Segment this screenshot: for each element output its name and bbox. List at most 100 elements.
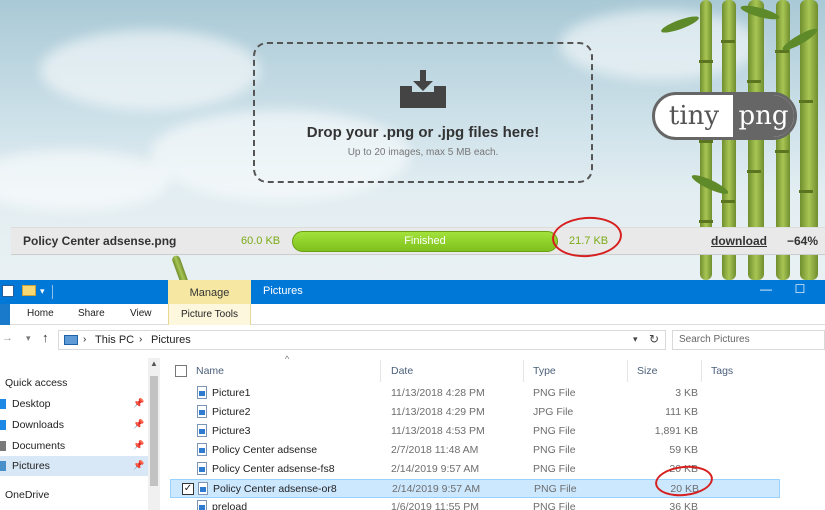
result-status: Finished bbox=[404, 235, 446, 247]
file-size: 1,891 KB bbox=[654, 425, 698, 437]
nav-onedrive[interactable]: OneDrive bbox=[0, 485, 148, 505]
window-title: Pictures bbox=[263, 285, 303, 297]
file-dropzone[interactable]: Drop your .png or .jpg files here! Up to… bbox=[253, 42, 593, 183]
download-link[interactable]: download bbox=[711, 234, 767, 248]
file-date: 2/7/2018 11:48 AM bbox=[391, 444, 479, 456]
column-tags[interactable]: Tags bbox=[711, 365, 733, 377]
select-all-checkbox[interactable] bbox=[175, 365, 187, 377]
column-divider[interactable] bbox=[380, 360, 381, 382]
file-date: 2/14/2019 9:57 AM bbox=[392, 483, 481, 495]
pin-icon[interactable]: 📌 bbox=[133, 440, 144, 451]
breadcrumb-this-pc[interactable]: This PC bbox=[95, 334, 134, 346]
address-bar[interactable]: › This PC › Pictures ▾ ↻ bbox=[58, 330, 666, 350]
file-size: 59 KB bbox=[669, 444, 698, 456]
bamboo-stalk bbox=[171, 254, 189, 280]
file-row[interactable]: Picture2 11/13/2018 4:29 PM JPG File 111… bbox=[170, 403, 780, 422]
column-name[interactable]: Name bbox=[196, 365, 224, 377]
scroll-up-icon[interactable]: ▲ bbox=[150, 359, 158, 368]
pictures-icon bbox=[0, 461, 6, 471]
refresh-icon[interactable]: ↻ bbox=[649, 332, 659, 346]
desktop-icon bbox=[0, 399, 6, 409]
logo-text-left: tiny bbox=[668, 101, 720, 131]
image-file-icon bbox=[198, 482, 208, 495]
breadcrumb-pictures[interactable]: Pictures bbox=[151, 334, 191, 346]
file-row[interactable]: Picture1 11/13/2018 4:28 PM PNG File 3 K… bbox=[170, 384, 780, 403]
image-file-icon bbox=[197, 386, 207, 399]
column-date[interactable]: Date bbox=[391, 365, 413, 377]
sort-ascending-icon: ^ bbox=[285, 354, 290, 364]
nav-label: Quick access bbox=[5, 377, 68, 389]
breadcrumb-separator[interactable]: › bbox=[139, 334, 142, 345]
column-divider[interactable] bbox=[627, 360, 628, 382]
maximize-button[interactable]: ☐ bbox=[790, 282, 810, 296]
minimize-button[interactable]: — bbox=[756, 282, 776, 296]
pin-icon[interactable]: 📌 bbox=[133, 419, 144, 430]
file-size: 3 KB bbox=[675, 387, 698, 399]
nav-item-downloads[interactable]: Downloads 📌 bbox=[0, 415, 148, 435]
file-row[interactable]: Picture3 11/13/2018 4:53 PM PNG File 1,8… bbox=[170, 422, 780, 441]
toolbar-separator bbox=[52, 285, 53, 299]
breadcrumb-separator[interactable]: › bbox=[83, 334, 86, 345]
properties-quick-icon[interactable] bbox=[2, 285, 14, 297]
this-pc-icon bbox=[64, 335, 78, 345]
tab-file[interactable] bbox=[0, 304, 10, 325]
new-folder-quick-icon[interactable] bbox=[22, 285, 36, 296]
column-size[interactable]: Size bbox=[637, 365, 657, 377]
file-list: ^ Name Date Type Size Tags Picture1 11/1… bbox=[170, 354, 825, 510]
nav-label: Desktop bbox=[12, 398, 51, 410]
column-type[interactable]: Type bbox=[533, 365, 556, 377]
nav-item-pictures[interactable]: Pictures 📌 bbox=[0, 456, 148, 476]
result-savings: −64% bbox=[787, 234, 819, 248]
row-checkbox[interactable]: ✓ bbox=[182, 483, 194, 495]
file-size: 111 KB bbox=[665, 406, 698, 418]
file-name: Policy Center adsense-fs8 bbox=[212, 463, 335, 475]
image-file-icon bbox=[197, 405, 207, 418]
dropzone-subtitle: Up to 20 images, max 5 MB each. bbox=[347, 147, 499, 158]
search-input[interactable]: Search Pictures bbox=[672, 330, 825, 350]
nav-item-desktop[interactable]: Desktop 📌 bbox=[0, 394, 148, 414]
nav-quick-access[interactable]: Quick access bbox=[0, 373, 148, 393]
file-row[interactable]: Policy Center adsense 2/7/2018 11:48 AM … bbox=[170, 441, 780, 460]
pin-icon[interactable]: 📌 bbox=[133, 460, 144, 471]
file-date: 2/14/2019 9:57 AM bbox=[391, 463, 480, 475]
tab-picture-tools[interactable]: Picture Tools bbox=[168, 304, 251, 325]
column-divider[interactable] bbox=[701, 360, 702, 382]
navigation-pane: Quick access Desktop 📌 Downloads 📌 Docum… bbox=[0, 358, 160, 510]
file-name: Picture2 bbox=[212, 406, 251, 418]
title-bar: ▾ Manage Pictures — ☐ bbox=[0, 280, 825, 304]
tab-home[interactable]: Home bbox=[27, 308, 54, 319]
column-header-row: ^ Name Date Type Size Tags bbox=[170, 354, 825, 382]
image-file-icon bbox=[197, 443, 207, 456]
tab-view[interactable]: View bbox=[130, 308, 152, 319]
file-name: preload bbox=[212, 501, 248, 510]
up-arrow-icon[interactable]: ↑ bbox=[42, 330, 49, 345]
logo-text-right: png bbox=[733, 95, 794, 137]
file-row[interactable]: preload 1/6/2019 11:55 PM PNG File 36 KB bbox=[170, 498, 780, 510]
tab-share[interactable]: Share bbox=[78, 308, 105, 319]
quick-access-toolbar-dropdown-icon[interactable]: ▾ bbox=[40, 286, 45, 297]
file-type: PNG File bbox=[533, 444, 576, 456]
pin-icon[interactable]: 📌 bbox=[133, 398, 144, 409]
recent-locations-chevron-icon[interactable]: ▾ bbox=[26, 333, 31, 344]
file-type: PNG File bbox=[533, 501, 576, 510]
address-dropdown-icon[interactable]: ▾ bbox=[633, 334, 638, 345]
file-date: 11/13/2018 4:29 PM bbox=[391, 406, 485, 418]
image-file-icon bbox=[197, 424, 207, 437]
file-date: 11/13/2018 4:53 PM bbox=[391, 425, 485, 437]
image-file-icon bbox=[197, 500, 207, 510]
file-type: PNG File bbox=[533, 463, 576, 475]
upload-tray-icon bbox=[400, 70, 446, 108]
file-type: JPG File bbox=[533, 406, 574, 418]
file-type: PNG File bbox=[534, 483, 577, 495]
file-date: 1/6/2019 11:55 PM bbox=[391, 501, 479, 510]
scrollbar-thumb[interactable] bbox=[150, 376, 158, 486]
column-divider[interactable] bbox=[523, 360, 524, 382]
nav-item-documents[interactable]: Documents 📌 bbox=[0, 436, 148, 456]
tab-manage[interactable]: Manage bbox=[168, 280, 251, 304]
tinypng-page: Drop your .png or .jpg files here! Up to… bbox=[0, 0, 825, 280]
result-progress-bar: Finished bbox=[292, 231, 558, 252]
file-type: PNG File bbox=[533, 387, 576, 399]
forward-arrow-icon[interactable]: → bbox=[2, 332, 13, 344]
dropzone-title: Drop your .png or .jpg files here! bbox=[306, 124, 540, 141]
nav-scrollbar[interactable]: ▲ bbox=[148, 358, 160, 510]
